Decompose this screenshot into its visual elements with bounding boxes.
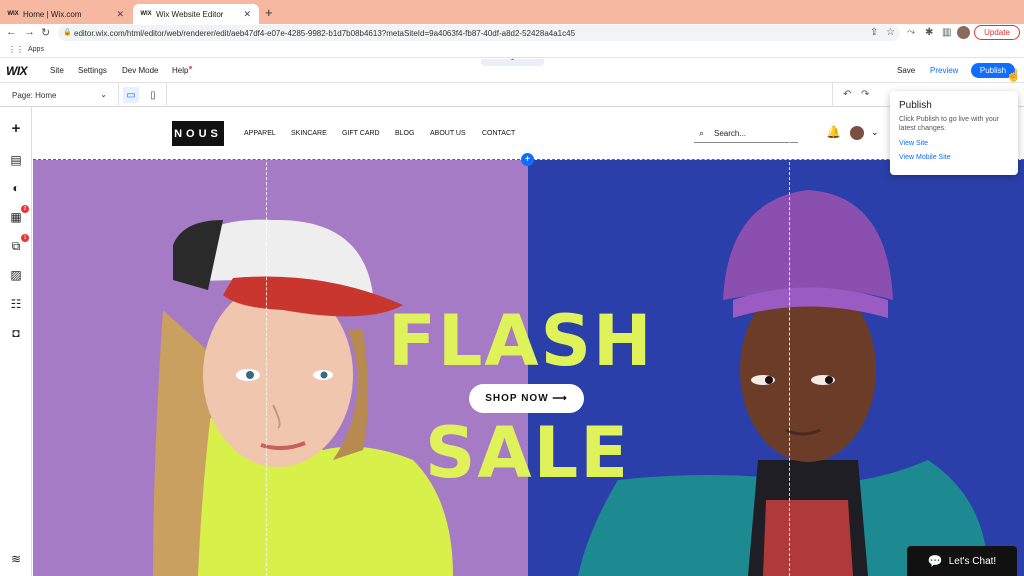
tab-wix-editor[interactable]: WIX Wix Website Editor ✕ [133,4,259,24]
shop-now-button[interactable]: SHOP NOW ⟶ [469,384,584,413]
menu-dev-mode[interactable]: Dev Mode [122,66,158,75]
new-tab-icon[interactable]: + [265,5,273,20]
site-header[interactable]: NOUS APPAREL SKINCARE GIFT CARD BLOG ABO… [33,107,1024,160]
preview-button[interactable]: Preview [930,66,958,75]
mouse-cursor-icon: ☝ [1006,68,1021,82]
sidebar-icon[interactable]: ▥ [942,27,951,38]
publish-popup: Publish Click Publish to go live with yo… [890,91,1018,175]
forward-icon[interactable]: → [24,26,35,38]
menu-help-label: Help [172,66,189,75]
nav-contact[interactable]: CONTACT [482,130,515,137]
wix-top-bar: WIX Site Settings Dev Mode Help ⌃ Save P… [0,59,1024,83]
media-icon[interactable]: ▨ [9,268,23,282]
close-tab-icon[interactable]: ✕ [243,9,251,20]
menu-help[interactable]: Help [172,66,193,75]
popup-description: Click Publish to go live with your lates… [899,116,999,132]
editor-canvas[interactable]: NOUS APPAREL SKINCARE GIFT CARD BLOG ABO… [33,107,1024,576]
apps-grid-icon[interactable]: ⋮⋮ [8,45,24,54]
collapse-toolbar-icon[interactable]: ⌃ [481,59,544,66]
address-bar[interactable]: 🔒 editor.wix.com/html/editor/web/rendere… [58,25,900,41]
tab-title: Home | Wix.com [23,9,82,19]
search-placeholder: Search... [714,129,747,138]
popup-title: Publish [899,100,932,111]
browser-tab-strip: WIX Home | Wix.com ✕ WIX Wix Website Edi… [0,0,1024,24]
left-tool-panel: + ▤ ◐ ▦ 2 ⧉ 1 ▨ ☷ ◘ ≋ [0,107,32,576]
puzzle-icon[interactable]: ✱ [925,27,933,38]
extension-icon[interactable]: ⤳ [907,27,915,38]
chat-bubble-icon: 💬 [927,554,943,568]
layout-guide-left [266,107,267,576]
pages-icon[interactable]: ▤ [9,153,23,167]
lets-chat-button[interactable]: 💬 Let's Chat! [907,546,1017,576]
design-icon[interactable]: ◐ [9,181,23,195]
update-button[interactable]: Update [974,25,1020,40]
page-selector[interactable]: Page: Home ⌄ [12,90,107,100]
redo-icon[interactable]: ↷ [861,89,869,100]
profile-avatar[interactable] [957,26,970,39]
bookmark-star-icon[interactable]: ☆ [886,27,895,38]
menu-settings[interactable]: Settings [78,66,107,75]
view-site-link[interactable]: View Site [899,140,1009,147]
apps-bookmark[interactable]: Apps [28,46,44,53]
menu-site[interactable]: Site [50,66,64,75]
url-text: editor.wix.com/html/editor/web/renderer/… [74,28,576,38]
share-icon[interactable]: ⇪ [870,27,878,38]
portfolio-icon[interactable]: ◘ [9,326,23,340]
notification-badge: 1 [21,234,29,242]
wix-favicon-icon: WIX [140,11,152,17]
desktop-view-icon[interactable]: ▭ [123,87,139,103]
save-button[interactable]: Save [897,66,915,75]
wix-favicon-icon: WIX [7,11,19,17]
add-elements-icon[interactable]: + [9,120,23,137]
bookmarks-bar: ⋮⋮ Apps [0,42,1024,58]
editor-sub-toolbar: Page: Home ⌄ ▭ ▯ ↶ ↷ [0,83,1024,107]
cms-icon[interactable]: ☷ [9,297,23,311]
close-tab-icon[interactable]: ✕ [116,9,124,20]
chevron-down-icon: ⌄ [100,90,107,99]
undo-icon[interactable]: ↶ [843,89,851,100]
site-search-input[interactable]: ⌕ Search... [694,125,798,143]
notification-dot [189,66,193,69]
layout-guide-right [789,107,790,576]
layers-icon[interactable]: ≋ [9,552,23,566]
nav-gift-card[interactable]: GIFT CARD [342,130,380,137]
wix-logo[interactable]: WIX [6,64,28,78]
nav-skincare[interactable]: SKINCARE [291,130,327,137]
chevron-down-icon[interactable]: ⌄ [871,127,879,138]
business-apps-icon[interactable]: ⧉ [9,239,23,254]
reload-icon[interactable]: ↻ [41,26,50,39]
divider [118,83,119,107]
lock-icon: 🔒 [63,29,72,36]
chat-label: Let's Chat! [948,555,997,567]
add-section-button[interactable]: + [521,153,534,166]
nav-about-us[interactable]: ABOUT US [430,130,466,137]
nav-blog[interactable]: BLOG [395,130,414,137]
back-icon[interactable]: ← [6,26,17,38]
hero-section[interactable]: FLASH SALE SHOP NOW ⟶ [33,160,1024,576]
account-avatar[interactable] [850,126,864,140]
divider [166,83,167,107]
browser-toolbar: ← → ↻ 🔒 editor.wix.com/html/editor/web/r… [0,24,1024,42]
tab-home-wix[interactable]: WIX Home | Wix.com ✕ [0,4,132,24]
bell-icon[interactable]: 🔔 [826,125,841,139]
nav-apparel[interactable]: APPAREL [244,130,276,137]
divider [832,83,833,107]
page-selector-label: Page: Home [12,91,57,100]
site-logo[interactable]: NOUS [172,121,224,146]
tab-title: Wix Website Editor [156,9,224,19]
notification-badge: 2 [21,205,29,213]
mobile-view-icon[interactable]: ▯ [145,87,161,103]
search-icon: ⌕ [699,128,705,138]
headline-flash[interactable]: FLASH [388,300,654,382]
add-apps-icon[interactable]: ▦ [9,210,23,224]
headline-sale[interactable]: SALE [425,412,630,494]
view-mobile-site-link[interactable]: View Mobile Site [899,154,1009,161]
